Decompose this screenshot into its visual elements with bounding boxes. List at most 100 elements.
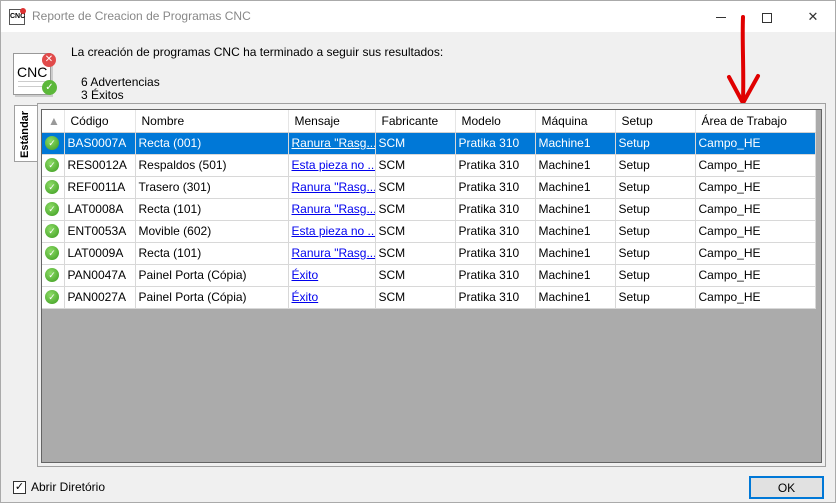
modelo-cell: Pratika 310 (455, 264, 536, 287)
success-icon: ✓ (45, 224, 59, 239)
tab-estandar[interactable]: Estándar (14, 105, 37, 162)
results-grid[interactable]: ▲ Código Nombre Mensaje Fabricante Model… (41, 109, 822, 463)
close-button[interactable]: ✕ (790, 1, 836, 32)
success-icon: ✓ (45, 136, 59, 151)
nombre-cell: Recta (001) (135, 132, 289, 155)
success-icon: ✓ (45, 202, 59, 217)
setup-cell: Setup (615, 176, 696, 199)
ok-button[interactable]: OK (749, 476, 824, 499)
nombre-cell: Recta (101) (135, 242, 289, 265)
codigo-cell: REF0011A (64, 176, 136, 199)
open-directory-label[interactable]: Abrir Diretório (31, 480, 105, 494)
status-cell: ✓ (42, 132, 65, 155)
error-badge-icon: ✕ (42, 53, 56, 67)
mensaje-link[interactable]: Esta pieza no ... (292, 224, 375, 238)
mensaje-link[interactable]: Ranura "Rasg... (292, 136, 375, 150)
status-cell: ✓ (42, 198, 65, 221)
warnings-count: 6 Advertencias (81, 75, 160, 89)
table-row[interactable]: ✓ LAT0009A Recta (101) Ranura "Rasg... S… (42, 242, 816, 265)
fabricante-cell: SCM (375, 198, 456, 221)
nombre-cell: Movible (602) (135, 220, 289, 243)
mensaje-link[interactable]: Ranura "Rasg... (292, 202, 375, 216)
nombre-cell: Respaldos (501) (135, 154, 289, 177)
codigo-cell: ENT0053A (64, 220, 136, 243)
summary-message: La creación de programas CNC ha terminad… (71, 45, 444, 59)
fabricante-cell: SCM (375, 132, 456, 155)
setup-cell: Setup (615, 154, 696, 177)
maximize-icon (762, 12, 772, 23)
mensaje-cell: Éxito (288, 286, 376, 309)
status-cell: ✓ (42, 264, 65, 287)
maquina-cell: Machine1 (535, 242, 616, 265)
nombre-cell: Recta (101) (135, 198, 289, 221)
area-cell: Campo_HE (695, 154, 816, 177)
mensaje-link[interactable]: Éxito (292, 268, 319, 282)
modelo-cell: Pratika 310 (455, 154, 536, 177)
success-badge-icon: ✓ (42, 80, 57, 95)
column-header[interactable]: Setup (615, 110, 696, 133)
app-icon-label: CNC (10, 13, 26, 20)
column-header[interactable]: Mensaje (288, 110, 376, 133)
area-cell: Campo_HE (695, 176, 816, 199)
area-cell: Campo_HE (695, 132, 816, 155)
table-row[interactable]: ✓ LAT0008A Recta (101) Ranura "Rasg... S… (42, 198, 816, 221)
column-header[interactable]: Código (64, 110, 136, 133)
maquina-cell: Machine1 (535, 154, 616, 177)
mensaje-cell: Esta pieza no ... (288, 220, 376, 243)
sort-asc-icon[interactable]: ▲ (42, 110, 65, 133)
status-cell: ✓ (42, 176, 65, 199)
mensaje-link[interactable]: Esta pieza no ... (292, 158, 375, 172)
setup-cell: Setup (615, 220, 696, 243)
setup-cell: Setup (615, 286, 696, 309)
maquina-cell: Machine1 (535, 198, 616, 221)
cnc-icon-label: CNC (16, 64, 49, 80)
status-cell: ✓ (42, 220, 65, 243)
error-dot-icon (20, 8, 26, 14)
results-table: ▲ Código Nombre Mensaje Fabricante Model… (42, 110, 816, 309)
open-directory-checkbox[interactable]: ✓ (13, 481, 26, 494)
maquina-cell: Machine1 (535, 264, 616, 287)
table-row[interactable]: ✓ PAN0047A Painel Porta (Cópia) Éxito SC… (42, 264, 816, 287)
column-header[interactable]: Nombre (135, 110, 289, 133)
fabricante-cell: SCM (375, 220, 456, 243)
success-icon: ✓ (45, 290, 59, 305)
column-header[interactable]: Máquina (535, 110, 616, 133)
mensaje-link[interactable]: Ranura "Rasg... (292, 246, 375, 260)
success-icon: ✓ (45, 158, 59, 173)
setup-cell: Setup (615, 198, 696, 221)
setup-cell: Setup (615, 242, 696, 265)
column-header[interactable]: Área de Trabajo (695, 110, 816, 133)
fabricante-cell: SCM (375, 154, 456, 177)
area-cell: Campo_HE (695, 242, 816, 265)
modelo-cell: Pratika 310 (455, 220, 536, 243)
column-header[interactable]: Modelo (455, 110, 536, 133)
cnc-report-icon: CNC ✕ ✓ (13, 49, 59, 97)
codigo-cell: PAN0047A (64, 264, 136, 287)
mensaje-cell: Esta pieza no ... (288, 154, 376, 177)
close-icon: ✕ (807, 9, 819, 24)
codigo-cell: LAT0008A (64, 198, 136, 221)
nombre-cell: Trasero (301) (135, 176, 289, 199)
area-cell: Campo_HE (695, 264, 816, 287)
setup-cell: Setup (615, 264, 696, 287)
table-row[interactable]: ✓ REF0011A Trasero (301) Ranura "Rasg...… (42, 176, 816, 199)
table-row[interactable]: ✓ ENT0053A Movible (602) Esta pieza no .… (42, 220, 816, 243)
table-row[interactable]: ✓ PAN0027A Painel Porta (Cópia) Éxito SC… (42, 286, 816, 309)
column-header[interactable]: Fabricante (375, 110, 456, 133)
success-icon: ✓ (45, 246, 59, 261)
table-row[interactable]: ✓ BAS0007A Recta (001) Ranura "Rasg... S… (42, 132, 816, 155)
mensaje-link[interactable]: Éxito (292, 290, 319, 304)
mensaje-cell: Ranura "Rasg... (288, 198, 376, 221)
success-icon: ✓ (45, 180, 59, 195)
red-arrow-annotation (727, 15, 760, 105)
mensaje-link[interactable]: Ranura "Rasg... (292, 180, 375, 194)
table-header-row: ▲ Código Nombre Mensaje Fabricante Model… (42, 110, 816, 133)
modelo-cell: Pratika 310 (455, 286, 536, 309)
table-row[interactable]: ✓ RES0012A Respaldos (501) Esta pieza no… (42, 154, 816, 177)
area-cell: Campo_HE (695, 220, 816, 243)
title-bar[interactable]: CNC Reporte de Creacion de Programas CNC… (1, 1, 835, 32)
window-title: Reporte de Creacion de Programas CNC (32, 9, 251, 23)
setup-cell: Setup (615, 132, 696, 155)
success-icon: ✓ (45, 268, 59, 283)
area-cell: Campo_HE (695, 286, 816, 309)
